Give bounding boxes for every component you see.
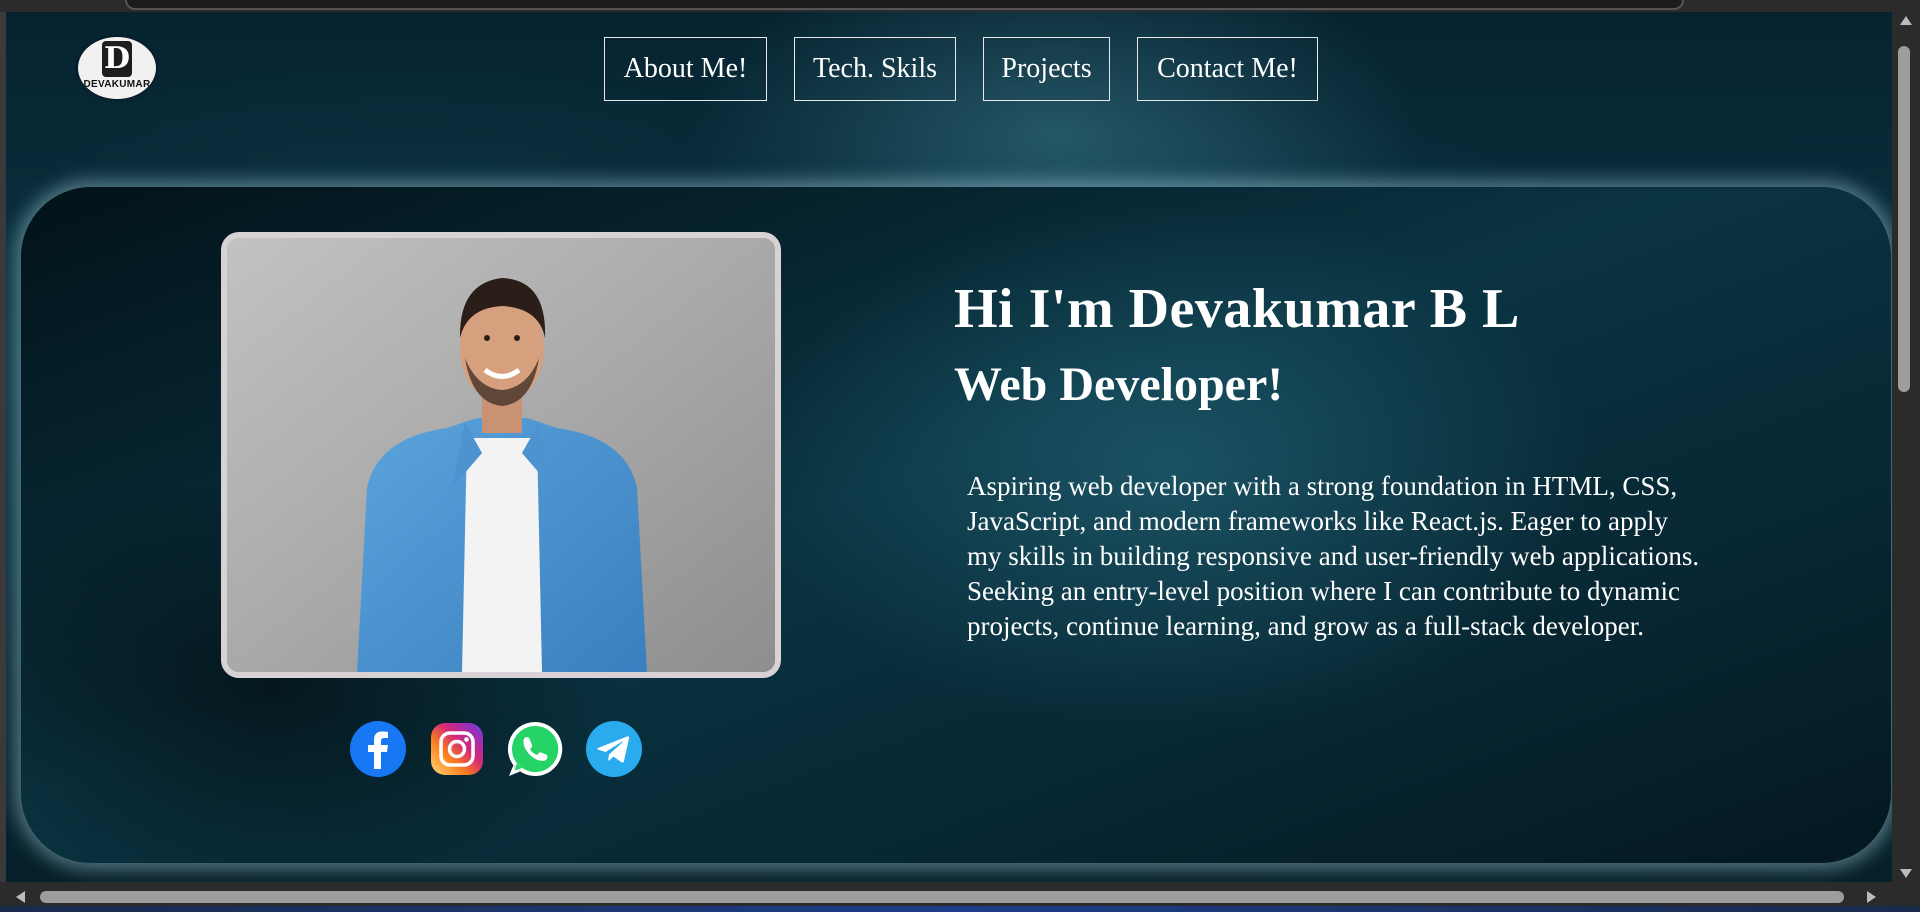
hero-bio: Aspiring web developer with a strong fou… [967, 471, 1700, 641]
social-links [348, 719, 648, 781]
hero-card: Hi I'm Devakumar B L Web Developer! Aspi… [21, 187, 1891, 863]
taskbar-edge [0, 906, 1920, 912]
profile-photo [221, 232, 781, 678]
profile-photo-illustration [227, 238, 775, 672]
hero-role: Web Developer! [954, 358, 1284, 411]
site-logo[interactable]: D DEVAKUMAR [78, 37, 156, 99]
facebook-icon[interactable] [348, 719, 408, 779]
navbar: D DEVAKUMAR About Me! Tech. Skils Projec… [6, 12, 1892, 162]
vertical-scrollbar[interactable] [1892, 12, 1920, 882]
logo-text: DEVAKUMAR [83, 79, 151, 90]
horizontal-scroll-thumb[interactable] [40, 891, 1844, 903]
instagram-icon[interactable] [427, 719, 487, 779]
nav-projects-button[interactable]: Projects [983, 37, 1110, 101]
nav-contact-button[interactable]: Contact Me! [1137, 37, 1318, 101]
scroll-down-arrow-icon[interactable] [1900, 869, 1912, 878]
telegram-icon[interactable] [584, 719, 644, 779]
page-viewport: D DEVAKUMAR About Me! Tech. Skils Projec… [6, 12, 1892, 882]
nav-about-button[interactable]: About Me! [604, 37, 767, 101]
address-bar-edge [125, 0, 1684, 10]
scroll-left-arrow-icon[interactable] [16, 891, 25, 903]
logo-letter: D [102, 41, 132, 77]
scroll-up-arrow-icon[interactable] [1900, 16, 1912, 25]
hero-name: Hi I'm Devakumar B L [954, 278, 1520, 340]
nav-tech-skills-button[interactable]: Tech. Skils [794, 37, 956, 101]
vertical-scroll-thumb[interactable] [1898, 46, 1910, 392]
scroll-right-arrow-icon[interactable] [1867, 891, 1876, 903]
browser-top-edge [0, 0, 1920, 12]
whatsapp-icon[interactable] [505, 719, 565, 779]
